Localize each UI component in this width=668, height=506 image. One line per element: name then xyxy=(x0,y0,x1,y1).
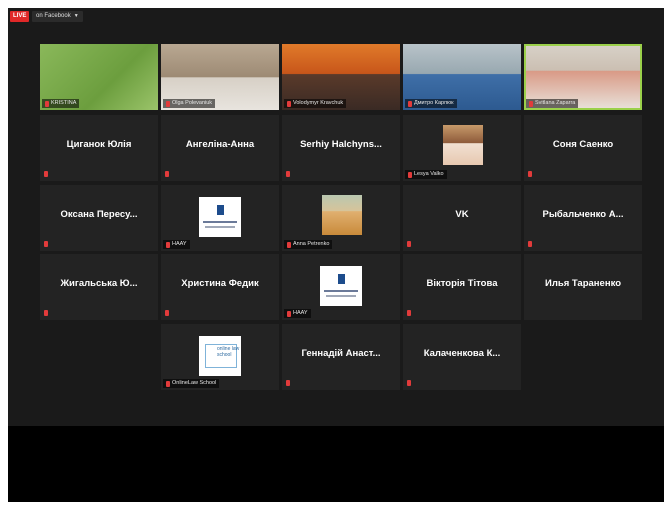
participant-tile[interactable]: Геннадій Анаст... xyxy=(282,324,400,390)
participant-tile[interactable]: Жигальська Ю... xyxy=(40,254,158,320)
participant-name: Геннадій Анаст... xyxy=(301,348,381,359)
organization-logo xyxy=(199,197,241,237)
mic-muted-icon xyxy=(407,380,411,386)
profile-photo xyxy=(322,195,362,235)
mic-muted-icon xyxy=(286,380,290,386)
participant-tile[interactable]: Anna Petrenko xyxy=(282,185,400,251)
participant-name: Циганок Юлія xyxy=(66,139,132,150)
mic-muted-icon xyxy=(287,310,291,317)
participant-name: Илья Тараненко xyxy=(544,278,621,289)
participant-caption: Дмитро Карпюк xyxy=(405,99,457,108)
participant-caption: KRISTINA xyxy=(42,99,80,108)
participant-tile[interactable]: Циганок Юлія xyxy=(40,115,158,181)
mic-muted-icon xyxy=(44,171,48,177)
participant-tile[interactable]: Соня Саенко xyxy=(524,115,642,181)
mic-muted-icon xyxy=(528,171,532,177)
participant-tile-video[interactable]: Olga Polevaniuk xyxy=(161,44,279,110)
mic-muted-icon xyxy=(44,310,48,316)
live-target-label: on Facebook xyxy=(36,13,71,19)
participant-name: Соня Саенко xyxy=(552,139,614,150)
participant-tile[interactable]: Вікторія Тітова xyxy=(403,254,521,320)
mic-muted-icon xyxy=(407,310,411,316)
mic-muted-icon xyxy=(529,100,533,107)
mic-muted-icon xyxy=(166,100,170,107)
participant-name: Христина Федик xyxy=(181,278,259,289)
live-target-dropdown[interactable]: on Facebook ▼ xyxy=(32,11,83,22)
participant-name: Оксана Пересу... xyxy=(60,209,138,220)
chevron-down-icon: ▼ xyxy=(73,13,79,19)
mic-muted-icon xyxy=(408,100,412,107)
mic-muted-icon xyxy=(286,171,290,177)
live-badge[interactable]: LIVE xyxy=(10,11,30,22)
participant-caption: OnlineLaw School xyxy=(163,379,220,388)
participant-tile-video[interactable]: Volodymyr Kravchuk xyxy=(282,44,400,110)
participant-tile[interactable]: Lesya Valko xyxy=(403,115,521,181)
mic-muted-icon xyxy=(287,241,291,248)
participant-name: Калаченкова К... xyxy=(423,348,501,359)
participant-tile[interactable]: Калаченкова К... xyxy=(403,324,521,390)
participant-tile[interactable]: Оксана Пересу... xyxy=(40,185,158,251)
participant-name: Serhiy Halchyns... xyxy=(300,139,382,150)
participant-name: Ангеліна-Анна xyxy=(185,139,255,150)
bottom-bar xyxy=(8,426,664,502)
organization-logo xyxy=(320,266,362,306)
participant-caption: Olga Polevaniuk xyxy=(163,99,216,108)
participant-caption: HAAY xyxy=(163,240,190,249)
participant-tile[interactable]: Ангеліна-Анна xyxy=(161,115,279,181)
participant-tile[interactable]: HAAY xyxy=(161,185,279,251)
mic-muted-icon xyxy=(166,241,170,248)
mic-muted-icon xyxy=(45,100,49,107)
participant-caption: Anna Petrenko xyxy=(284,240,333,249)
participant-tile-video[interactable]: Дмитро Карпюк xyxy=(403,44,521,110)
mic-muted-icon xyxy=(44,241,48,247)
participant-tile[interactable]: VK xyxy=(403,185,521,251)
participant-caption: Svitlana Zaparra xyxy=(526,99,579,108)
participant-tile[interactable]: Христина Федик xyxy=(161,254,279,320)
participant-tile[interactable]: Илья Тараненко xyxy=(524,254,642,320)
participant-tile[interactable]: HAAY xyxy=(282,254,400,320)
mic-muted-icon xyxy=(165,171,169,177)
participant-name: VK xyxy=(455,209,469,220)
participant-tile-video[interactable]: KRISTINA xyxy=(40,44,158,110)
mic-muted-icon xyxy=(166,380,170,387)
mic-muted-icon xyxy=(287,100,291,107)
participant-tile[interactable]: Serhiy Halchyns... xyxy=(282,115,400,181)
participant-caption: Lesya Valko xyxy=(405,170,447,179)
participant-tile[interactable]: online law school OnlineLaw School xyxy=(161,324,279,390)
participant-name: Вікторія Тітова xyxy=(426,278,498,289)
participant-caption: Volodymyr Kravchuk xyxy=(284,99,347,108)
participant-caption: HAAY xyxy=(284,309,311,318)
participant-tile[interactable]: Рыбальченко А... xyxy=(524,185,642,251)
mic-muted-icon xyxy=(408,171,412,178)
profile-photo xyxy=(443,125,483,165)
mic-muted-icon xyxy=(165,310,169,316)
mic-muted-icon xyxy=(407,241,411,247)
organization-logo: online law school xyxy=(199,336,241,376)
mic-muted-icon xyxy=(528,241,532,247)
participant-name: Рыбальченко А... xyxy=(542,209,624,220)
participant-tile-video-active-speaker[interactable]: Svitlana Zaparra xyxy=(524,44,642,110)
participant-name: Жигальська Ю... xyxy=(60,278,138,289)
